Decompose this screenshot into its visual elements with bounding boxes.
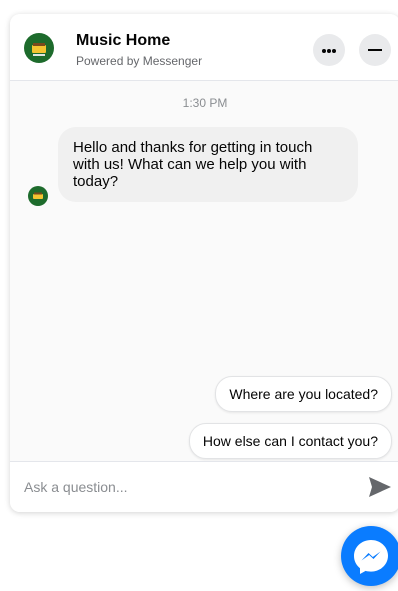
incoming-message-bubble: Hello and thanks for getting in touch wi… xyxy=(58,127,358,202)
music-home-logo-icon xyxy=(24,33,54,63)
quick-reply-contact[interactable]: How else can I contact you? xyxy=(188,423,392,459)
messenger-icon xyxy=(354,540,388,574)
message-timestamp: 1:30 PM xyxy=(182,96,228,110)
more-options-icon xyxy=(332,49,336,53)
message-input[interactable] xyxy=(10,462,340,512)
chat-title: Music Home xyxy=(76,32,171,49)
chat-subtitle: Powered by Messenger xyxy=(76,54,203,68)
chat-window: Music Home Powered by Messenger 1:30 PM … xyxy=(10,14,398,512)
more-options-icon xyxy=(327,49,331,53)
send-icon xyxy=(369,477,391,497)
quick-reply-location[interactable]: Where are you located? xyxy=(215,376,392,412)
chat-header: Music Home Powered by Messenger xyxy=(10,14,398,81)
more-options-icon xyxy=(322,49,326,53)
conversation-area[interactable]: 1:30 PM Hello and thanks for getting in … xyxy=(10,81,398,461)
message-composer xyxy=(10,461,398,512)
more-options-button[interactable] xyxy=(313,34,345,66)
minimize-icon xyxy=(368,49,382,51)
send-button[interactable] xyxy=(368,476,392,498)
sender-avatar-icon xyxy=(28,186,48,206)
messenger-launcher-button[interactable] xyxy=(341,526,398,586)
minimize-button[interactable] xyxy=(359,34,391,66)
